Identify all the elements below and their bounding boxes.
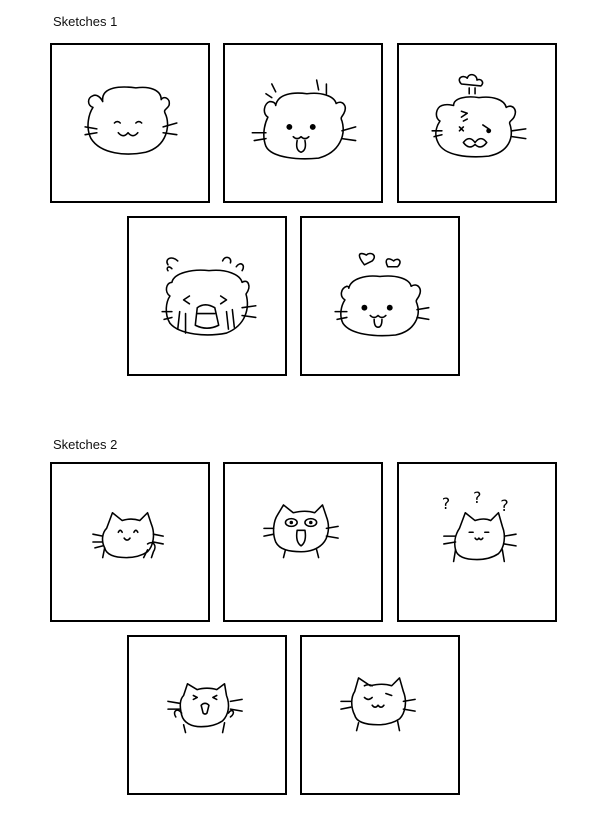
- hamster-crying-icon: [161, 256, 257, 336]
- cat-cheering-icon: [167, 683, 243, 734]
- sketch-hamster-smug: [50, 43, 210, 203]
- sketch-cat-shocked: [223, 462, 383, 622]
- sketch-cat-happy: [50, 462, 210, 622]
- hamster-angry-icon: [431, 73, 527, 158]
- svg-text:?: ?: [473, 489, 481, 507]
- sketch-hamster-crying: [127, 216, 287, 376]
- hamster-surprised-icon: [251, 79, 357, 160]
- cat-happy-icon: [92, 511, 164, 559]
- sketch-hamster-surprised: [223, 43, 383, 203]
- cat-shocked-icon: [263, 504, 339, 559]
- section-title-sketches-2: Sketches 2: [53, 437, 118, 452]
- hamster-love-icon: [334, 252, 430, 337]
- section-title-sketches-1: Sketches 1: [53, 14, 118, 29]
- cat-confused-icon: ? ? ?: [442, 489, 517, 563]
- hamster-smug-icon: [84, 86, 178, 155]
- sketch-cat-wink: [300, 635, 460, 795]
- svg-text:?: ?: [500, 497, 508, 515]
- sketch-cat-confused: ? ? ?: [397, 462, 557, 622]
- sketch-hamster-angry: [397, 43, 557, 203]
- sketch-hamster-love: [300, 216, 460, 376]
- svg-text:?: ?: [442, 495, 450, 513]
- sketch-cat-cheering: [127, 635, 287, 795]
- cat-wink-icon: [340, 677, 416, 732]
